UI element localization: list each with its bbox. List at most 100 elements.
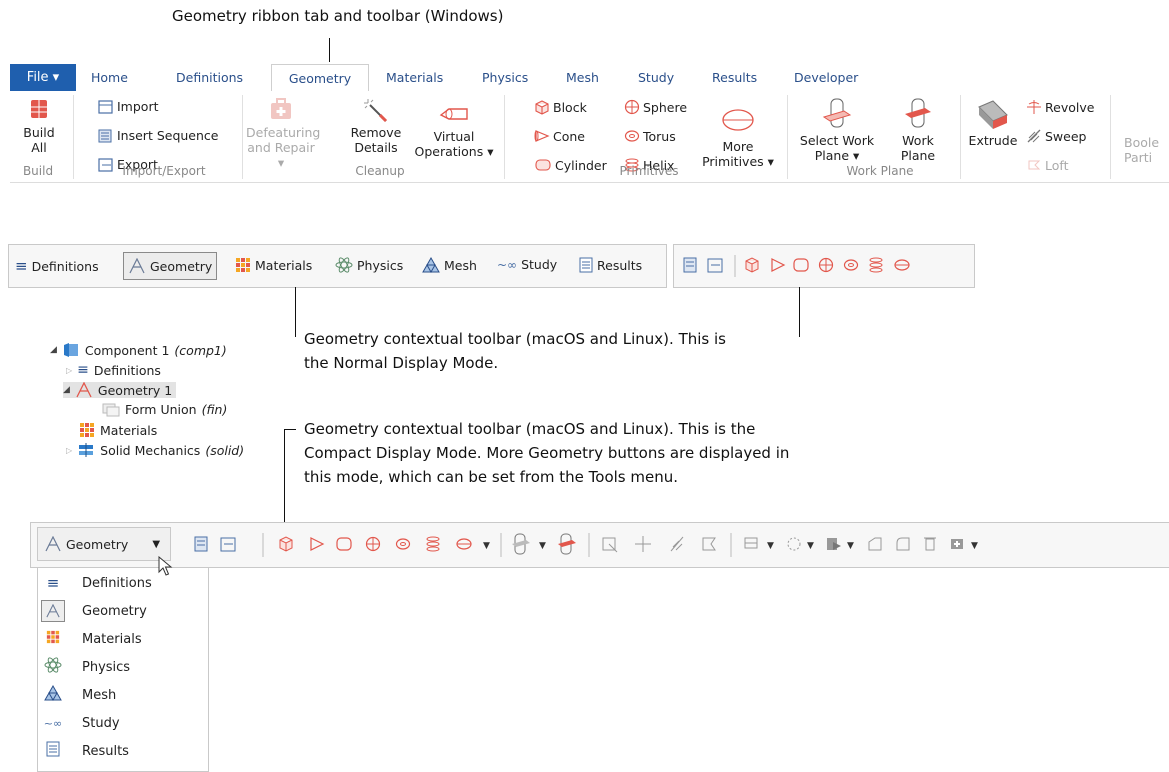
tab-geometry[interactable]: Geometry xyxy=(271,64,369,92)
normal-toolbar-icons xyxy=(683,255,910,277)
cone-icon xyxy=(534,130,550,142)
menu-item-label: Geometry xyxy=(82,603,147,619)
virtual-operations-icon xyxy=(439,108,468,120)
toolbar-physics[interactable]: Physics xyxy=(335,257,403,273)
tab-mesh[interactable]: Mesh xyxy=(566,70,599,85)
sphere-icon xyxy=(818,257,834,273)
menu-item-materials[interactable]: Materials xyxy=(38,625,208,653)
build-all-button[interactable]: Build All xyxy=(16,97,62,155)
more-primitives-icon xyxy=(894,259,910,271)
tab-definitions[interactable]: Definitions xyxy=(176,70,243,85)
tab-results[interactable]: Results xyxy=(712,70,757,85)
cylinder-icon xyxy=(336,537,352,551)
revolve-button[interactable]: Revolve xyxy=(1026,99,1094,115)
block-button[interactable]: Block xyxy=(534,99,587,115)
build-all-label-1: Build xyxy=(23,125,55,140)
tab-study[interactable]: Study xyxy=(638,70,674,85)
ribbon-caption: Geometry ribbon tab and toolbar (Windows… xyxy=(172,7,504,25)
tab-home[interactable]: Home xyxy=(91,70,128,85)
extrude-button[interactable]: Extrude xyxy=(966,97,1020,148)
tab-materials[interactable]: Materials xyxy=(386,70,443,85)
more-primitives-button[interactable]: More Primitives ▾ xyxy=(698,97,778,169)
menu-item-label: Study xyxy=(82,715,120,731)
more-primitives-label-2: Primitives ▾ xyxy=(702,154,774,169)
booleans-label-1: Boole xyxy=(1124,135,1160,150)
mouse-cursor-icon xyxy=(158,556,173,576)
menu-item-physics[interactable]: Physics xyxy=(38,653,208,681)
geometry-selector-menu: ≡ Definitions Geometry Materials Physics… xyxy=(37,567,209,772)
toolbar-study[interactable]: ~∞ Study xyxy=(497,257,557,272)
separator xyxy=(1110,95,1111,179)
separator xyxy=(73,95,74,179)
sweep-button[interactable]: Sweep xyxy=(1026,128,1086,144)
menu-item-study[interactable]: ~∞ Study xyxy=(38,709,208,737)
model-tree: ◢ Component 1 (comp1) ▷ ≡ Definitions ◢ … xyxy=(50,340,310,480)
cone-icon xyxy=(771,258,786,272)
revolve-icon xyxy=(1027,100,1041,114)
toolbar-mesh[interactable]: Mesh xyxy=(422,257,477,273)
tree-component[interactable]: ◢ Component 1 (comp1) xyxy=(50,342,227,358)
insert-sequence-button[interactable]: Insert Sequence xyxy=(98,128,218,143)
menu-item-definitions[interactable]: ≡ Definitions xyxy=(38,569,208,597)
menu-item-mesh[interactable]: Mesh xyxy=(38,681,208,709)
defeaturing-label-1: Defeaturing xyxy=(246,125,321,140)
remove-details-button[interactable]: Remove Details xyxy=(348,97,404,155)
virtual-ops-label-1: Virtual xyxy=(433,129,475,144)
work-plane-label-1: Work xyxy=(902,133,934,148)
compact-caption-line-2: Compact Display Mode. More Geometry butt… xyxy=(304,444,790,462)
select-work-plane-icon xyxy=(822,98,852,128)
sphere-button[interactable]: Sphere xyxy=(624,99,687,115)
loft-button[interactable]: Loft xyxy=(1026,157,1068,173)
work-plane-button[interactable]: Work Plane xyxy=(890,97,946,163)
cone-button[interactable]: Cone xyxy=(534,128,585,144)
toolbar-definitions-label: Definitions xyxy=(31,258,99,274)
menu-item-geometry[interactable]: Geometry xyxy=(38,597,208,625)
work-plane-label-2: Plane xyxy=(900,148,936,163)
toolbar-results[interactable]: Results xyxy=(579,257,642,273)
virtual-operations-button[interactable]: Virtual Operations ▾ xyxy=(414,97,494,159)
compact-geometry-selector[interactable]: Geometry ▼ xyxy=(37,527,171,561)
toolbar-materials[interactable]: Materials xyxy=(235,257,312,273)
work-plane-active-icon xyxy=(558,533,576,555)
menu-item-label: Results xyxy=(82,743,129,759)
tree-definitions[interactable]: ▷ ≡ Definitions xyxy=(66,362,161,378)
tab-file[interactable]: File ▾ xyxy=(10,64,76,91)
compact-caption-line-1: Geometry contextual toolbar (macOS and L… xyxy=(304,420,756,438)
torus-button[interactable]: Torus xyxy=(624,128,676,144)
tree-materials[interactable]: Materials xyxy=(79,422,157,438)
tab-physics[interactable]: Physics xyxy=(482,70,528,85)
menu-item-results[interactable]: Results xyxy=(38,737,208,765)
chevron-down-icon: ▼ xyxy=(971,541,978,551)
menu-item-label: Materials xyxy=(82,631,142,647)
normal-mode-geometry-toolbar xyxy=(673,244,975,288)
import-icon xyxy=(98,99,113,114)
tab-developer[interactable]: Developer xyxy=(794,70,858,85)
tree-solid-mechanics[interactable]: ▷ Solid Mechanics (solid) xyxy=(66,442,244,458)
expand-arrow-icon: ◢ xyxy=(63,385,70,395)
tree-form-union[interactable]: Form Union (fin) xyxy=(102,402,227,417)
toolbar-mesh-label: Mesh xyxy=(444,257,477,273)
cylinder-button[interactable]: Cylinder xyxy=(534,157,607,173)
separator xyxy=(242,95,243,179)
export-icon xyxy=(707,258,723,273)
collapsed-arrow-icon: ▷ xyxy=(66,365,73,375)
toolbar-definitions[interactable]: ≡ Definitions xyxy=(15,257,99,275)
insert-sequence-icon xyxy=(194,536,208,552)
select-work-plane-label-2: Plane ▾ xyxy=(814,148,860,163)
toolbar-geometry[interactable]: Geometry xyxy=(123,252,218,280)
defeaturing-and-repair-button[interactable]: Defeaturing and Repair ▾ xyxy=(246,97,321,170)
normal-caption-line-2: the Normal Display Mode. xyxy=(304,354,499,372)
torus-icon xyxy=(843,259,859,271)
tree-geometry[interactable]: ◢ Geometry 1 xyxy=(63,382,177,398)
select-work-plane-button[interactable]: Select Work Plane ▾ xyxy=(792,97,882,163)
extrude-label: Extrude xyxy=(968,133,1018,148)
booleans-and-partitions-button[interactable]: Boole Parti xyxy=(1124,135,1164,165)
sweep-icon xyxy=(670,536,684,552)
toolbar-materials-label: Materials xyxy=(255,257,313,273)
chevron-down-icon: ▼ xyxy=(152,538,161,550)
toolbar-geometry-label: Geometry xyxy=(150,258,213,274)
compact-geometry-selector-label: Geometry xyxy=(66,536,129,552)
import-button[interactable]: Import xyxy=(98,99,159,114)
geometry-ribbon: File ▾ Home Definitions Geometry Materia… xyxy=(10,64,1169,183)
mesh-icon xyxy=(422,257,440,273)
